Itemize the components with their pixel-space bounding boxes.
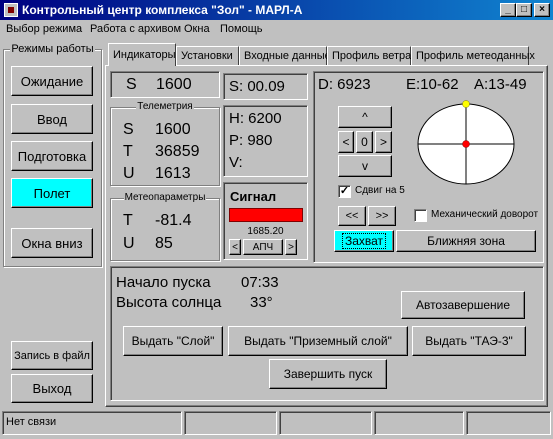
menu-item-archive[interactable]: Работа с архивом (90, 23, 181, 35)
tab-meteo-profile-label: Профиль метеоданных (416, 50, 535, 62)
menu-item-mode[interactable]: Выбор режима (6, 23, 82, 35)
meteo-u-label: U (123, 235, 135, 252)
s-time-value: S: 00.09 (229, 78, 285, 95)
window-title: Контрольный центр комплекса "Зол" - МАРЛ… (22, 3, 303, 17)
shift-checkbox[interactable]: ✓ (338, 185, 351, 198)
menu-item-windows[interactable]: Окна (184, 23, 210, 35)
telemetry-s-value: 1600 (155, 121, 191, 138)
mode-input-button[interactable]: Ввод (11, 104, 93, 134)
tab-input-data-label: Входные данные (244, 50, 331, 62)
meteo-group: Метеопараметры T -81.4 U 85 (110, 192, 220, 261)
tab-indicators[interactable]: Индикаторы (108, 43, 176, 66)
near-zone-button[interactable]: Ближняя зона (396, 230, 536, 252)
dpad-up-button[interactable]: ^ (338, 106, 392, 128)
issue-ground-layer-button[interactable]: Выдать "Приземный слой" (228, 326, 408, 356)
signal-frequency: 1685.20 (247, 226, 284, 237)
step-forward-button[interactable]: >> (368, 206, 396, 226)
e-value: E:10-62 (406, 76, 459, 93)
signal-title: Сигнал (230, 189, 277, 204)
app-icon (4, 3, 18, 17)
scope-center-marker (462, 140, 470, 148)
tab-input-data[interactable]: Входные данные (239, 46, 331, 65)
tab-indicators-label: Индикаторы (113, 49, 176, 61)
exit-button[interactable]: Выход (11, 374, 93, 403)
telemetry-t-value: 36859 (155, 143, 200, 160)
status-bar-segment-2 (184, 411, 277, 435)
capture-button[interactable]: Захват (334, 230, 394, 252)
status-bar-segment-5 (466, 411, 551, 435)
s-top-label: S (126, 76, 137, 93)
mech-checkbox[interactable] (414, 209, 427, 222)
scope-top-marker (462, 100, 470, 108)
launch-start-value: 07:33 (241, 274, 279, 291)
telemetry-title: Телеметрия (136, 101, 194, 112)
issue-tae3-button[interactable]: Выдать "ТАЭ-3" (412, 326, 526, 356)
launch-panel: Начало пуска 07:33 Высота солнца 33° Авт… (110, 266, 544, 401)
tab-settings-label: Установки (181, 50, 233, 62)
record-to-file-button[interactable]: Запись в файл (11, 341, 93, 370)
s-top-value: 1600 (156, 76, 192, 93)
mode-flight-button[interactable]: Полет (11, 178, 93, 208)
a-value: A:13-49 (474, 76, 527, 93)
close-button[interactable]: × (534, 3, 550, 17)
signal-increase-button[interactable]: > (285, 239, 297, 255)
dpad-center-button[interactable]: 0 (356, 131, 373, 153)
indicators-content: S 1600 Телеметрия S 1600 T 36859 U 1613 … (105, 65, 548, 407)
telemetry-group: Телеметрия S 1600 T 36859 U 1613 (110, 101, 220, 186)
tab-wind-profile[interactable]: Профиль ветра (327, 46, 411, 65)
apch-button[interactable]: АПЧ (243, 239, 283, 255)
status-text: Нет связи (6, 416, 57, 428)
maximize-button[interactable]: □ (516, 3, 532, 17)
tracking-panel: D: 6923 E:10-62 A:13-49 ^ < 0 > v ✓ Сдви… (313, 71, 544, 263)
meteo-t-label: T (123, 212, 133, 229)
mech-label: Механический доворот (431, 209, 539, 220)
signal-box: Сигнал 1685.20 < АПЧ > (223, 182, 308, 260)
telemetry-u-value: 1613 (155, 165, 191, 182)
meteo-title: Метеопараметры (123, 192, 207, 203)
shift-label: Сдвиг на 5 (355, 185, 405, 196)
signal-level-bar (229, 208, 303, 222)
capture-label: Захват (341, 233, 387, 249)
tab-settings[interactable]: Установки (176, 46, 239, 65)
menu-item-help[interactable]: Помощь (220, 23, 263, 35)
minimize-button[interactable]: _ (500, 3, 516, 17)
status-bar-segment-4 (374, 411, 464, 435)
meteo-u-value: 85 (155, 235, 173, 252)
mode-standby-button[interactable]: Ожидание (11, 66, 93, 96)
sun-height-value: 33° (250, 294, 273, 311)
antenna-scope (417, 100, 515, 185)
sun-height-label: Высота солнца (116, 294, 222, 311)
telemetry-s-label: S (123, 121, 134, 138)
modes-group-title: Режимы работы (10, 43, 95, 55)
dpad-down-button[interactable]: v (338, 155, 392, 177)
tab-wind-profile-label: Профиль ветра (332, 50, 412, 62)
d-value: D: 6923 (318, 76, 371, 93)
status-bar-segment-3 (279, 411, 372, 435)
meteo-t-value: -81.4 (155, 212, 192, 229)
issue-layer-button[interactable]: Выдать "Слой" (123, 326, 223, 356)
mode-prepare-button[interactable]: Подготовка (11, 141, 93, 171)
signal-decrease-button[interactable]: < (229, 239, 241, 255)
auto-finish-button[interactable]: Автозавершение (401, 291, 525, 319)
finish-launch-button[interactable]: Завершить пуск (269, 359, 387, 389)
v-value: V: (229, 154, 243, 171)
dpad-left-button[interactable]: < (338, 131, 354, 153)
s-time-box: S: 00.09 (223, 73, 308, 100)
s-top-box: S 1600 (110, 71, 220, 98)
telemetry-t-label: T (123, 143, 133, 160)
h-value: H: 6200 (229, 110, 282, 127)
hpv-box: H: 6200 P: 980 V: (223, 105, 308, 177)
p-value: P: 980 (229, 132, 273, 149)
tab-meteo-profile[interactable]: Профиль метеоданных (411, 46, 535, 65)
title-bar: Контрольный центр комплекса "Зол" - МАРЛ… (0, 0, 553, 20)
telemetry-u-label: U (123, 165, 135, 182)
step-back-button[interactable]: << (338, 206, 366, 226)
status-bar-message: Нет связи (2, 411, 182, 435)
launch-start-label: Начало пуска (116, 274, 211, 291)
mode-windows-down-button[interactable]: Окна вниз (11, 228, 93, 258)
menu-bar: Выбор режима Работа с архивом Окна Помощ… (0, 20, 553, 38)
dpad-right-button[interactable]: > (375, 131, 392, 153)
